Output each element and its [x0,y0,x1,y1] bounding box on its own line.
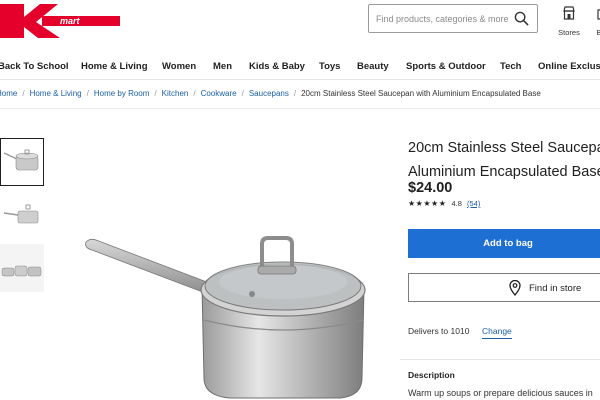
location-pin-icon [509,280,521,296]
product-title-line-1: 20cm Stainless Steel Saucepan [408,140,600,156]
product-main-image[interactable] [80,228,380,400]
breadcrumb-saucepans[interactable]: Saucepans [249,89,289,98]
nav-item-online-exclusives[interactable]: Online Exclusi [538,61,600,72]
saucepan-thumbnail-image [3,149,39,171]
thumbnail-2[interactable] [0,191,44,239]
nav-item-home-living[interactable]: Home & Living [81,61,148,72]
product-price: $24.00 [408,180,453,196]
nav-item-women[interactable]: Women [162,61,196,72]
delivery-postcode: Delivers to 1010 [408,326,470,336]
product-title: 20cm Stainless Steel Saucepan Aluminium … [408,136,600,184]
breadcrumb: Home / Home & Living / Home by Room / Kitchen /… [0,89,541,98]
bag-link[interactable]: Bag [590,6,600,37]
cookware-set-thumbnail-image [1,265,42,277]
breadcrumb-home-by-room[interactable]: Home by Room [94,89,150,98]
search-box[interactable]: Find products, categories & more [368,4,538,33]
breadcrumb-separator: / [22,89,25,98]
nav-item-men[interactable]: Men [213,61,232,72]
breadcrumb-separator: / [241,89,244,98]
breadcrumb-separator: / [86,89,89,98]
find-in-store-button[interactable]: Find in store [408,273,600,302]
breadcrumb-separator: / [193,89,196,98]
description-text: Warm up soups or prepare delicious sauce… [408,388,593,398]
review-count-link[interactable]: (54) [467,199,480,208]
bag-icon [597,8,600,20]
site-header: mart Find products, categories & more St… [0,0,600,50]
description-heading[interactable]: Description [408,370,455,380]
breadcrumb-home[interactable]: Home [0,89,17,98]
nav-item-toys[interactable]: Toys [319,61,340,72]
bag-label: Bag [596,28,600,37]
nav-item-tech[interactable]: Tech [500,61,521,72]
thumbnail-1[interactable] [0,138,44,186]
header-divider [0,108,600,109]
kmart-logo[interactable]: mart [0,2,120,40]
search-icon[interactable] [514,11,529,26]
nav-item-beauty[interactable]: Beauty [357,61,389,72]
breadcrumb-cookware[interactable]: Cookware [201,89,237,98]
logo-text: mart [60,16,81,26]
breadcrumb-current: 20cm Stainless Steel Saucepan with Alumi… [301,89,541,98]
section-divider [400,359,600,360]
saucepan-thumbnail-image [3,204,39,224]
search-placeholder[interactable]: Find products, categories & more [376,14,509,24]
find-in-store-label: Find in store [529,283,582,294]
rating-score: 4.8 [451,199,462,208]
thumbnail-3[interactable] [0,244,44,292]
nav-item-kids-baby[interactable]: Kids & Baby [249,61,305,72]
product-rating: ★★★★★ 4.8 (54) [408,199,480,208]
add-to-bag-button[interactable]: Add to bag [408,229,600,258]
breadcrumb-home-living[interactable]: Home & Living [30,89,82,98]
stores-label: Stores [558,28,580,37]
category-nav: Back To School Home & Living Women Men K… [0,54,600,80]
store-icon [563,6,575,20]
rating-stars-icon: ★★★★★ [408,199,447,208]
nav-item-back-to-school[interactable]: Back To School [0,61,69,72]
breadcrumb-separator: / [293,89,297,98]
breadcrumb-kitchen[interactable]: Kitchen [162,89,189,98]
stores-link[interactable]: Stores [556,6,582,37]
nav-item-sports-outdoor[interactable]: Sports & Outdoor [406,61,486,72]
change-postcode-link[interactable]: Change [482,326,512,339]
breadcrumb-separator: / [154,89,157,98]
